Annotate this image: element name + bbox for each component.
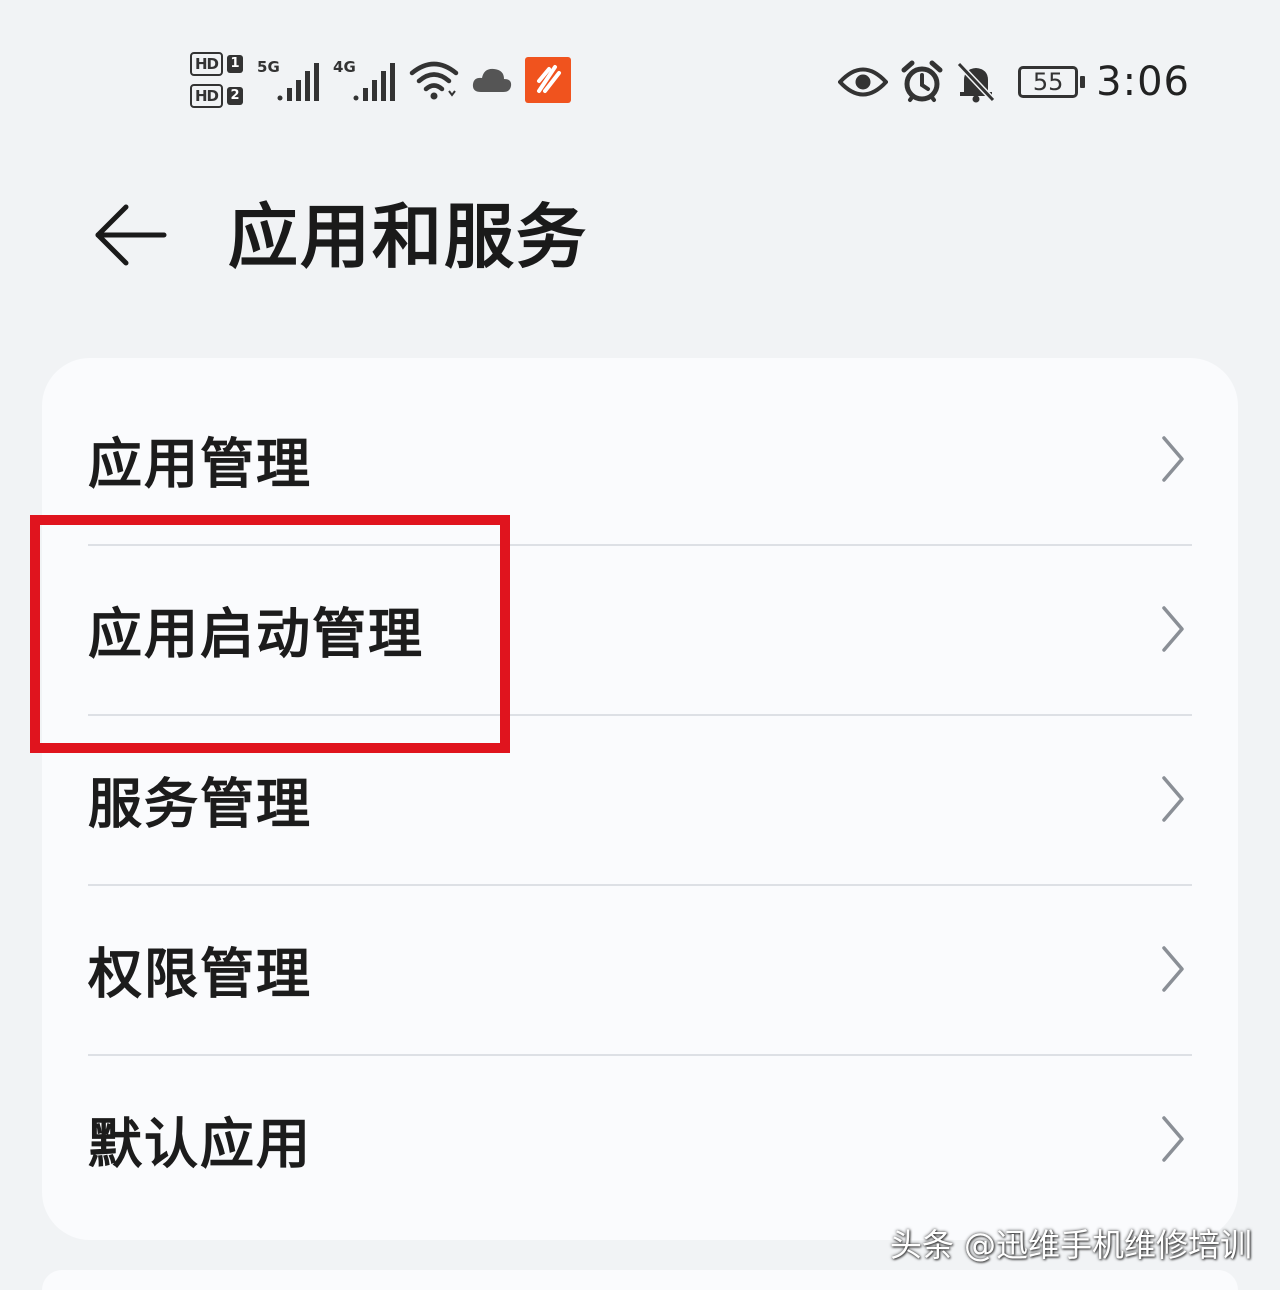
sim-number: 2: [227, 87, 244, 105]
alarm-icon: [901, 60, 943, 102]
chevron-right-icon: [1162, 436, 1184, 482]
sim-number: 1: [227, 55, 244, 73]
signal-icon: [353, 63, 396, 101]
menu-item-label: 默认应用: [88, 1112, 312, 1176]
chevron-right-icon: [1162, 946, 1184, 992]
menu-item-app-management[interactable]: 应用管理: [42, 374, 1238, 544]
page-title: 应用和服务: [228, 196, 588, 278]
signal-4g: 4G: [333, 58, 396, 102]
status-bar: HD 1 HD 2 5G 4G 55 3:06: [0, 0, 1280, 150]
signal-icon: [277, 63, 320, 101]
clock: 3:06: [1096, 59, 1190, 105]
chevron-right-icon: [1162, 606, 1184, 652]
menu-item-label: 应用管理: [88, 432, 312, 496]
settings-card: 应用管理 应用启动管理 服务管理 权限管理 默认应用: [42, 358, 1238, 1240]
sim1-indicator: HD 1: [190, 52, 244, 76]
menu-item-label: 应用启动管理: [88, 602, 424, 666]
next-card-edge: [42, 1270, 1238, 1290]
menu-item-permission-management[interactable]: 权限管理: [42, 884, 1238, 1054]
menu-item-app-launch-management[interactable]: 应用启动管理: [42, 544, 1238, 714]
status-right: 55 3:06: [838, 50, 1190, 114]
sim-indicators: HD 1 HD 2: [190, 52, 244, 108]
hd-badge: HD: [190, 84, 224, 108]
menu-item-default-apps[interactable]: 默认应用: [42, 1054, 1238, 1224]
header: 应用和服务: [0, 180, 1280, 290]
menu-item-label: 服务管理: [88, 772, 312, 836]
watermark: 头条 @迅维手机维修培训: [889, 1226, 1252, 1264]
chevron-right-icon: [1162, 1116, 1184, 1162]
wifi-icon: [409, 61, 459, 100]
menu-item-label: 权限管理: [88, 942, 312, 1006]
network-type: 5G: [257, 58, 280, 76]
back-arrow-icon: [95, 204, 167, 266]
status-left: HD 1 HD 2 5G 4G: [190, 44, 572, 116]
battery-icon: 55: [1018, 66, 1086, 98]
chevron-right-icon: [1162, 776, 1184, 822]
app-notification-icon: [525, 57, 572, 103]
mute-bell-icon: [956, 61, 996, 103]
signal-5g: 5G: [257, 58, 320, 102]
sim2-indicator: HD 2: [190, 84, 244, 108]
menu-item-service-management[interactable]: 服务管理: [42, 714, 1238, 884]
cloud-icon: [472, 68, 512, 92]
network-type: 4G: [333, 58, 356, 76]
eye-icon: [838, 67, 889, 97]
back-button[interactable]: [85, 190, 175, 280]
hd-badge: HD: [190, 52, 224, 76]
